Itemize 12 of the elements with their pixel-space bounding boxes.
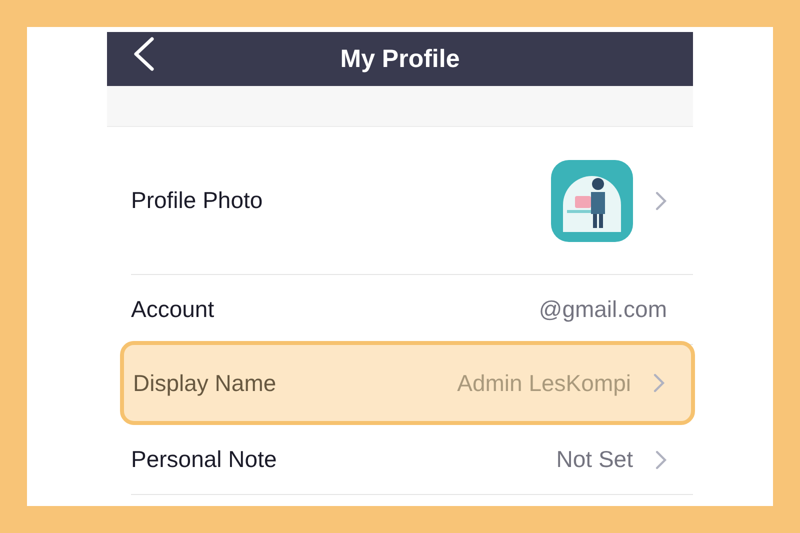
- row-label: Account: [131, 296, 214, 323]
- row-label: Display Name: [133, 370, 276, 396]
- row-value: Not Set: [556, 446, 633, 473]
- row-value: Admin LesKompi: [457, 370, 631, 396]
- profile-row[interactable]: Profile Photo: [131, 127, 693, 275]
- row-label: Profile Photo: [131, 187, 263, 214]
- back-icon[interactable]: [133, 37, 155, 71]
- profile-row[interactable]: Personal Note Not Set: [131, 425, 693, 495]
- profile-row[interactable]: Display Name Admin LesKompi: [120, 341, 695, 425]
- screen-title: My Profile: [340, 44, 460, 74]
- row-value: @gmail.com: [538, 296, 667, 323]
- row-label: Personal Note: [131, 446, 277, 473]
